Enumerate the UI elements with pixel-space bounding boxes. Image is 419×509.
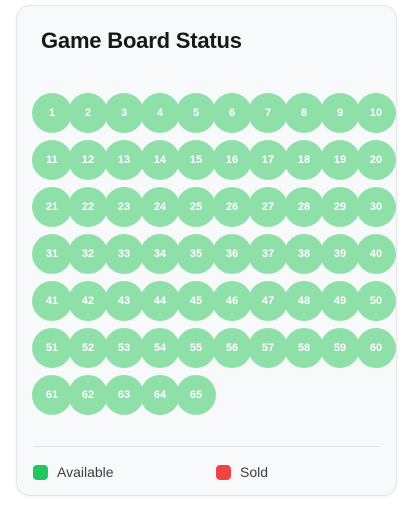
board-cell[interactable]: 10 — [356, 93, 396, 133]
board-cell[interactable]: 1 — [32, 93, 72, 133]
board-cell[interactable]: 39 — [320, 234, 360, 274]
board-cell[interactable]: 6 — [212, 93, 252, 133]
board-cell[interactable]: 26 — [212, 187, 252, 227]
board-cell[interactable]: 11 — [32, 140, 72, 180]
board-cell[interactable]: 40 — [356, 234, 396, 274]
board-cell[interactable]: 12 — [68, 140, 108, 180]
board-cell[interactable]: 32 — [68, 234, 108, 274]
board-cell[interactable]: 22 — [68, 187, 108, 227]
board-cell[interactable]: 27 — [248, 187, 288, 227]
board-cell[interactable]: 45 — [176, 281, 216, 321]
board-cell[interactable]: 55 — [176, 328, 216, 368]
board-cell[interactable]: 9 — [320, 93, 360, 133]
board-cell[interactable]: 25 — [176, 187, 216, 227]
board-cell[interactable]: 49 — [320, 281, 360, 321]
board-cell[interactable]: 52 — [68, 328, 108, 368]
board-cell[interactable]: 47 — [248, 281, 288, 321]
board-cell[interactable]: 36 — [212, 234, 252, 274]
board-cell[interactable]: 18 — [284, 140, 324, 180]
board-cell[interactable]: 44 — [140, 281, 180, 321]
board-cell[interactable]: 59 — [320, 328, 360, 368]
board-cell[interactable]: 16 — [212, 140, 252, 180]
board-cell[interactable]: 50 — [356, 281, 396, 321]
board-cell[interactable]: 28 — [284, 187, 324, 227]
board-cell[interactable]: 43 — [104, 281, 144, 321]
board-cell[interactable]: 31 — [32, 234, 72, 274]
legend-sold-label: Sold — [240, 464, 269, 480]
game-board-card: Game Board Status 1 2 3 4 5 6 7 8 9 10 11 12 13 14 15 1… — [16, 5, 397, 496]
board-cell[interactable]: 38 — [284, 234, 324, 274]
board-cell[interactable]: 19 — [320, 140, 360, 180]
available-swatch — [33, 464, 48, 480]
board-cell[interactable]: 15 — [176, 140, 216, 180]
board-cell[interactable]: 34 — [140, 234, 180, 274]
board-cell[interactable]: 37 — [248, 234, 288, 274]
board-cell[interactable]: 24 — [140, 187, 180, 227]
board-cell[interactable]: 62 — [68, 375, 108, 415]
legend-available: Available — [33, 464, 114, 480]
board-cell[interactable]: 17 — [248, 140, 288, 180]
board-cell[interactable]: 3 — [104, 93, 144, 133]
board-cell[interactable]: 61 — [32, 375, 72, 415]
board-cell[interactable]: 2 — [68, 93, 108, 133]
board-cell[interactable]: 8 — [284, 93, 324, 133]
board-cell[interactable]: 4 — [140, 93, 180, 133]
board-cell[interactable]: 46 — [212, 281, 252, 321]
board-cell[interactable]: 42 — [68, 281, 108, 321]
sold-swatch — [216, 464, 231, 480]
legend-available-label: Available — [57, 464, 114, 480]
board-cell[interactable]: 63 — [104, 375, 144, 415]
board-cell[interactable]: 56 — [212, 328, 252, 368]
board-cell[interactable]: 65 — [176, 375, 216, 415]
board-cell[interactable]: 60 — [356, 328, 396, 368]
board-cell[interactable]: 57 — [248, 328, 288, 368]
board-cell[interactable]: 33 — [104, 234, 144, 274]
board-cell[interactable]: 48 — [284, 281, 324, 321]
board-cell[interactable]: 21 — [32, 187, 72, 227]
board-cell[interactable]: 20 — [356, 140, 396, 180]
board-cell[interactable]: 29 — [320, 187, 360, 227]
page-title: Game Board Status — [41, 28, 242, 53]
board-cell[interactable]: 58 — [284, 328, 324, 368]
board-cell[interactable]: 64 — [140, 375, 180, 415]
board-cell[interactable]: 23 — [104, 187, 144, 227]
board-cell[interactable]: 5 — [176, 93, 216, 133]
legend-divider — [33, 446, 380, 447]
board-cell[interactable]: 13 — [104, 140, 144, 180]
board-cell[interactable]: 14 — [140, 140, 180, 180]
legend-sold: Sold — [216, 464, 268, 480]
board-cell[interactable]: 30 — [356, 187, 396, 227]
board-cell[interactable]: 54 — [140, 328, 180, 368]
board-cell[interactable]: 51 — [32, 328, 72, 368]
board-cell[interactable]: 53 — [104, 328, 144, 368]
number-board-grid: 1 2 3 4 5 6 7 8 9 10 11 12 13 14 15 16 17 18 19 20 21 22 23 24 2… — [32, 93, 396, 425]
board-cell[interactable]: 35 — [176, 234, 216, 274]
board-cell[interactable]: 7 — [248, 93, 288, 133]
board-cell[interactable]: 41 — [32, 281, 72, 321]
